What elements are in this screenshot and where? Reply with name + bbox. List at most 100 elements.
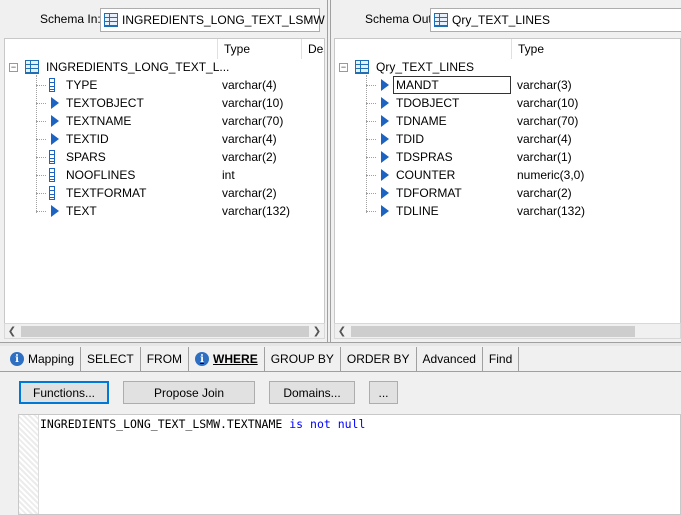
schema-out-pane: Schema Out: Qry_TEXT_LINES Type − Qry_TE… xyxy=(330,0,681,342)
table-row[interactable]: TDNAME varchar(70) xyxy=(335,112,680,130)
column-name: TDSPRAS xyxy=(396,150,453,164)
column-header-type[interactable]: Type xyxy=(511,39,680,59)
table-row[interactable]: TEXTID varchar(4) xyxy=(5,130,324,148)
column-type: varchar(2) xyxy=(222,150,277,164)
column-name: TEXTFORMAT xyxy=(66,186,147,200)
more-button[interactable]: ... xyxy=(369,381,398,404)
editor-gutter xyxy=(19,415,39,514)
column-name: TDLINE xyxy=(396,204,439,218)
collapse-icon[interactable]: − xyxy=(9,63,18,72)
tabs-divider xyxy=(0,371,681,372)
table-row[interactable]: TYPE varchar(4) xyxy=(5,76,324,94)
column-name: TYPE xyxy=(66,78,98,92)
info-icon: i xyxy=(195,352,210,366)
column-name: TEXTOBJECT xyxy=(66,96,144,110)
table-row[interactable]: SPARS varchar(2) xyxy=(5,148,324,166)
column-type: varchar(132) xyxy=(517,204,586,218)
table-row[interactable]: TEXTOBJECT varchar(10) xyxy=(5,94,324,112)
functions-button[interactable]: Functions... xyxy=(19,381,109,404)
column-type: varchar(4) xyxy=(222,132,277,146)
column-name: TDNAME xyxy=(396,114,447,128)
schema-in-bar: Schema In: INGREDIENTS_LONG_TEXT_LSMW ⌵ xyxy=(0,6,327,33)
column-type: varchar(3) xyxy=(517,78,572,92)
schema-out-label: Schema Out: xyxy=(365,12,436,26)
tab-group-by[interactable]: GROUP BY xyxy=(265,347,341,371)
column-type: varchar(2) xyxy=(222,186,277,200)
column-name: SPARS xyxy=(66,150,106,164)
column-type: varchar(1) xyxy=(517,150,572,164)
arrow-icon xyxy=(381,187,389,199)
scrollbar-thumb[interactable] xyxy=(351,326,635,337)
horizontal-scrollbar[interactable]: ❮ ❯ xyxy=(4,323,325,339)
tab-order-by[interactable]: ORDER BY xyxy=(341,347,417,371)
scroll-left-icon[interactable]: ❮ xyxy=(335,324,349,338)
column-name: TEXTID xyxy=(66,132,109,146)
table-row[interactable]: TDFORMAT varchar(2) xyxy=(335,184,680,202)
schema-in-dropdown[interactable]: INGREDIENTS_LONG_TEXT_LSMW ⌵ xyxy=(100,8,325,32)
table-row[interactable]: TDLINE varchar(132) xyxy=(335,202,680,220)
key-icon xyxy=(49,150,55,164)
tree-root-label: Qry_TEXT_LINES xyxy=(376,60,475,74)
tree-root-row[interactable]: − INGREDIENTS_LONG_TEXT_L... xyxy=(5,58,324,76)
column-type: varchar(132) xyxy=(222,204,291,218)
table-row[interactable]: TEXTFORMAT varchar(2) xyxy=(5,184,324,202)
horizontal-scrollbar[interactable]: ❮ xyxy=(334,323,681,339)
schema-out-field[interactable]: Qry_TEXT_LINES xyxy=(430,8,681,32)
column-name: TDOBJECT xyxy=(396,96,460,110)
code-keyword: is not null xyxy=(289,417,366,431)
table-row[interactable]: TDSPRAS varchar(1) xyxy=(335,148,680,166)
column-name: TDFORMAT xyxy=(396,186,462,200)
tab-select[interactable]: SELECT xyxy=(81,347,141,371)
schema-in-label: Schema In: xyxy=(40,12,101,26)
scroll-left-icon[interactable]: ❮ xyxy=(5,324,19,338)
tree-root-row[interactable]: − Qry_TEXT_LINES xyxy=(335,58,680,76)
tab-label: FROM xyxy=(146,352,183,366)
tab-mapping[interactable]: i Mapping xyxy=(4,347,82,371)
where-clause-editor[interactable]: INGREDIENTS_LONG_TEXT_LSMW.TEXTNAME is n… xyxy=(18,414,681,515)
table-icon xyxy=(25,60,39,74)
table-row[interactable]: TDID varchar(4) xyxy=(335,130,680,148)
tab-label: Advanced xyxy=(422,352,476,366)
table-icon xyxy=(104,13,118,27)
domains-button[interactable]: Domains... xyxy=(269,381,355,404)
schema-in-tree: Type Des − INGREDIENTS_LONG_TEXT_L... TY… xyxy=(4,38,325,324)
column-name: TDID xyxy=(396,132,424,146)
tab-where[interactable]: i WHERE xyxy=(189,347,265,371)
column-name: NOOFLINES xyxy=(66,168,136,182)
pane-splitter[interactable] xyxy=(0,342,681,346)
collapse-icon[interactable]: − xyxy=(339,63,348,72)
table-row[interactable]: NOOFLINES int xyxy=(5,166,324,184)
table-row[interactable]: MANDT varchar(3) xyxy=(335,76,680,94)
tab-from[interactable]: FROM xyxy=(141,347,190,371)
table-row[interactable]: COUNTER numeric(3,0) xyxy=(335,166,680,184)
scroll-right-icon[interactable]: ❯ xyxy=(310,324,324,338)
propose-join-button[interactable]: Propose Join xyxy=(123,381,255,404)
column-type: varchar(4) xyxy=(517,132,572,146)
column-header-type[interactable]: Type xyxy=(217,39,299,59)
column-type: numeric(3,0) xyxy=(517,168,585,182)
table-icon xyxy=(355,60,369,74)
table-row[interactable]: TEXTNAME varchar(70) xyxy=(5,112,324,130)
arrow-icon xyxy=(381,169,389,181)
tree-root-label: INGREDIENTS_LONG_TEXT_L... xyxy=(46,60,230,74)
column-header-description[interactable]: Des xyxy=(301,39,324,59)
tab-advanced[interactable]: Advanced xyxy=(417,347,483,371)
table-row[interactable]: TDOBJECT varchar(10) xyxy=(335,94,680,112)
arrow-icon xyxy=(381,97,389,109)
scrollbar-thumb[interactable] xyxy=(21,326,309,337)
table-row[interactable]: TEXT varchar(132) xyxy=(5,202,324,220)
column-type: varchar(70) xyxy=(517,114,579,128)
schema-in-pane: Schema In: INGREDIENTS_LONG_TEXT_LSMW ⌵ … xyxy=(0,0,328,342)
arrow-icon xyxy=(381,115,389,127)
tab-find[interactable]: Find xyxy=(483,347,520,371)
table-icon xyxy=(434,13,448,27)
where-clause-text[interactable]: INGREDIENTS_LONG_TEXT_LSMW.TEXTNAME is n… xyxy=(40,417,365,431)
chevron-down-icon[interactable]: ⌵ xyxy=(299,9,319,31)
column-name: MANDT xyxy=(396,78,439,92)
info-icon: i xyxy=(10,352,24,366)
tab-label: Find xyxy=(488,352,513,366)
schema-in-value: INGREDIENTS_LONG_TEXT_LSMW xyxy=(122,13,325,27)
arrow-icon xyxy=(381,133,389,145)
arrow-icon xyxy=(51,115,59,127)
column-type: int xyxy=(222,168,235,182)
